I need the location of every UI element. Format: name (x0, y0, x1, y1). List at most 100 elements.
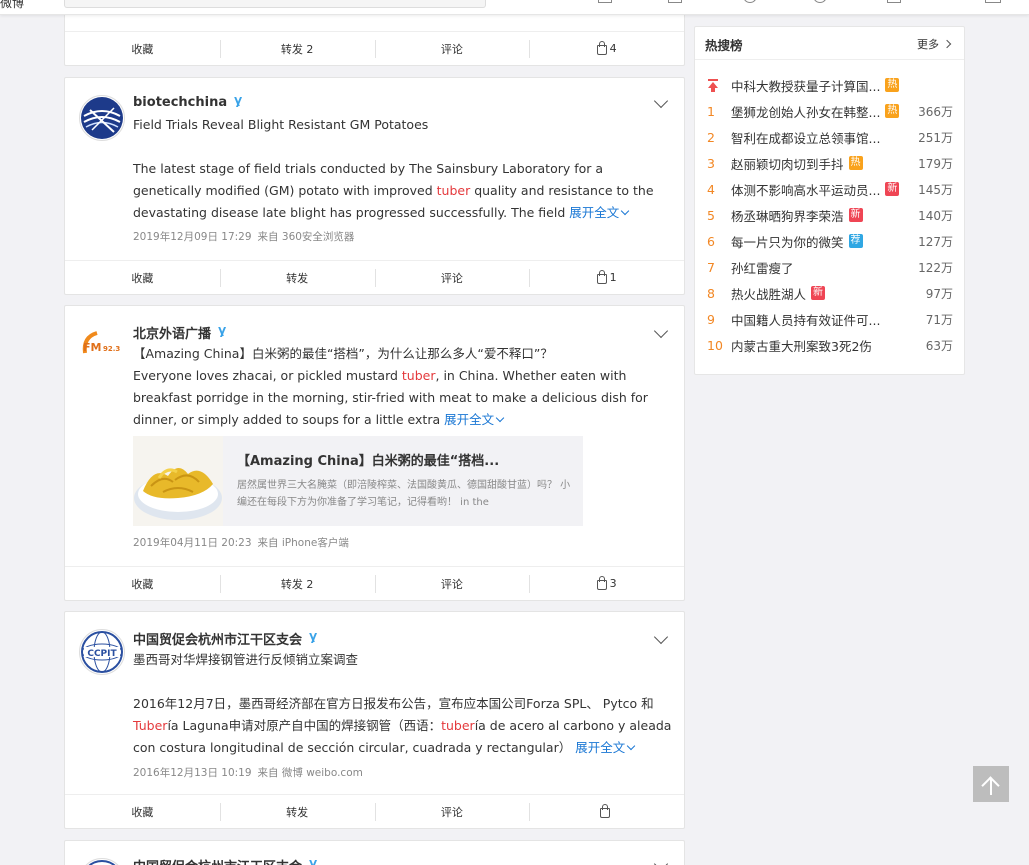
author-name[interactable]: biotechchina (133, 95, 244, 110)
video-icon[interactable] (668, 0, 682, 3)
favorite-button[interactable]: 收藏 (65, 567, 220, 600)
profile-icon[interactable] (887, 0, 901, 3)
hot-search-count: 251万 (918, 130, 953, 145)
back-to-top-button[interactable] (973, 766, 1009, 802)
post-meta: 2016年12月13日 10:19 来自 微博 weibo.com (133, 767, 363, 779)
repost-button[interactable]: 转发 2 (219, 567, 375, 600)
hot-search-count: 145万 (918, 182, 953, 197)
post-headline: 墨西哥对华焊接钢管进行反倾销立案调查 (133, 652, 359, 667)
post-text: 2016年12月7日，墨西哥经济部在官方日报发布公告，宣布应本国公司Forza … (133, 696, 672, 755)
hot-search-item[interactable]: 10 内蒙古重大刑案致3死2伤 63万 (705, 334, 953, 356)
hot-search-rank: 1 (707, 103, 715, 119)
discover-icon[interactable] (743, 0, 757, 3)
hot-search-item[interactable]: 2 智利在成都设立总领事馆... 251万 (705, 126, 953, 148)
hot-search-more-link[interactable]: 更多 (917, 36, 950, 52)
verified-icon (215, 326, 228, 339)
post-text: Everyone loves zhacai, or pickled mustar… (133, 368, 648, 427)
svg-text:92.3: 92.3 (103, 345, 120, 353)
hot-search-rank: 5 (707, 207, 715, 223)
repost-button[interactable]: 转发 (219, 795, 375, 828)
expand-link[interactable]: 展开全文 (569, 205, 628, 220)
hot-search-item[interactable]: 7 孙红雷瘦了 122万 (705, 256, 953, 278)
author-name[interactable]: 中国贸促会杭州市江干区支会 (133, 856, 319, 865)
favorite-button[interactable]: 收藏 (65, 32, 220, 65)
author-name[interactable]: 中国贸促会杭州市江干区支会 (133, 629, 319, 648)
action-bar: 收藏 转发 评论 1 (65, 260, 684, 294)
hot-search-item[interactable]: 9 中国籍人员持有效证件可... 71万 (705, 308, 953, 330)
chevron-down-icon[interactable] (653, 629, 669, 645)
logo-fragment[interactable]: 微博 (0, 0, 24, 11)
feed-card: 中国贸促会杭州市江干区支会 (64, 840, 685, 865)
favorite-button[interactable]: 收藏 (65, 795, 220, 828)
comment-button[interactable]: 评论 (374, 261, 530, 294)
hot-search-text[interactable]: 堡狮龙创始人孙女在韩整... (731, 102, 880, 121)
hot-search-item[interactable]: 4 体测不影响高水平运动员... 新 145万 (705, 178, 953, 200)
hot-search-text[interactable]: 中科大教授获量子计算国... (731, 76, 880, 95)
top-nav-bar: 微博 (0, 0, 1029, 15)
expand-link[interactable]: 展开全文 (444, 412, 503, 427)
link-card-body: 【Amazing China】白米粥的最佳“搭档... 居然属世界三大名腌菜（即… (223, 436, 583, 526)
hot-search-item[interactable]: 1 堡狮龙创始人孙女在韩整... 热 366万 (705, 100, 953, 122)
hot-search-text[interactable]: 孙红雷瘦了 (731, 258, 794, 277)
like-button[interactable]: 3 (529, 567, 684, 600)
like-button[interactable]: 1 (529, 261, 684, 294)
avatar[interactable]: CCPIT (79, 629, 125, 675)
like-button[interactable]: 4 (529, 32, 684, 65)
hot-search-item[interactable]: 8 热火战胜湖人新 97万 (705, 282, 953, 304)
hot-tag: 新 (885, 182, 900, 196)
avatar[interactable] (79, 858, 125, 865)
game-icon[interactable] (813, 0, 827, 3)
post-subtitle: Field Trials Reveal Blight Resistant GM … (133, 117, 429, 132)
menu-icon[interactable] (985, 0, 1001, 3)
hot-search-count: 71万 (925, 312, 953, 327)
feed-card: biotechchina Field Trials Reveal Blight … (64, 77, 685, 295)
hot-search-text[interactable]: 热火战胜湖人 (731, 284, 806, 303)
home-icon[interactable] (598, 0, 612, 3)
avatar[interactable]: FM 92.3 (79, 323, 125, 369)
hot-tag: 热 (885, 104, 900, 118)
repost-button[interactable]: 转发 (219, 261, 375, 294)
verified-icon (306, 632, 319, 645)
hot-search-count: 63万 (925, 338, 953, 353)
hot-search-text[interactable]: 中国籍人员持有效证件可... (731, 310, 880, 329)
hot-search-count: 97万 (925, 286, 953, 301)
chevron-down-icon[interactable] (653, 856, 669, 865)
chevron-down-icon[interactable] (653, 93, 669, 109)
chevron-down-icon[interactable] (653, 323, 669, 339)
search-input[interactable] (64, 0, 486, 8)
hot-search-text[interactable]: 赵丽颖切肉切到手抖 (731, 154, 844, 173)
hot-search-text[interactable]: 内蒙古重大刑案致3死2伤 (731, 336, 872, 355)
action-bar: 收藏 转发 2 评论 3 (65, 566, 684, 600)
hot-tag: 荐 (848, 234, 863, 248)
author-name[interactable]: 北京外语广播 (133, 323, 228, 342)
hot-search-item[interactable]: 3 赵丽颖切肉切到手抖热 179万 (705, 152, 953, 174)
hot-search-text[interactable]: 每一片只为你的微笑 (731, 232, 844, 251)
svg-text:CCPIT: CCPIT (87, 649, 117, 659)
post-meta: 2019年04月11日 20:23 来自 iPhone客户端 (133, 537, 349, 549)
hot-search-text[interactable]: 智利在成都设立总领事馆... (731, 128, 880, 147)
hot-search-rank: 2 (707, 129, 715, 145)
action-bar: 收藏 转发 评论 (65, 794, 684, 828)
hot-tag: 热 (885, 78, 900, 92)
hot-search-text[interactable]: 杨丞琳晒狗界李荣浩 (731, 206, 844, 225)
link-card[interactable]: 【Amazing China】白米粥的最佳“搭档... 居然属世界三大名腌菜（即… (133, 436, 583, 526)
repost-button[interactable]: 转发 2 (219, 32, 375, 65)
hot-tag: 新 (848, 208, 863, 222)
hot-search-text[interactable]: 体测不影响高水平运动员... (731, 180, 880, 199)
hot-search-count: 366万 (918, 104, 953, 119)
hot-search-rank: 6 (707, 233, 715, 249)
post-meta: 2019年12月09日 17:29 来自 360安全浏览器 (133, 231, 355, 243)
hot-tag: 新 (811, 286, 826, 300)
avatar[interactable] (79, 95, 125, 141)
favorite-button[interactable]: 收藏 (65, 261, 220, 294)
like-button[interactable] (529, 795, 684, 828)
hot-search-pinned-item[interactable]: 中科大教授获量子计算国... 热 (705, 74, 953, 96)
hot-search-item[interactable]: 5 杨丞琳晒狗界李荣浩新 140万 (705, 204, 953, 226)
expand-link[interactable]: 展开全文 (575, 740, 634, 755)
hot-search-item[interactable]: 6 每一片只为你的微笑荐 127万 (705, 230, 953, 252)
comment-button[interactable]: 评论 (374, 795, 530, 828)
comment-button[interactable]: 评论 (374, 32, 530, 65)
verified-icon (231, 96, 244, 109)
verified-icon (306, 859, 319, 865)
comment-button[interactable]: 评论 (374, 567, 530, 600)
